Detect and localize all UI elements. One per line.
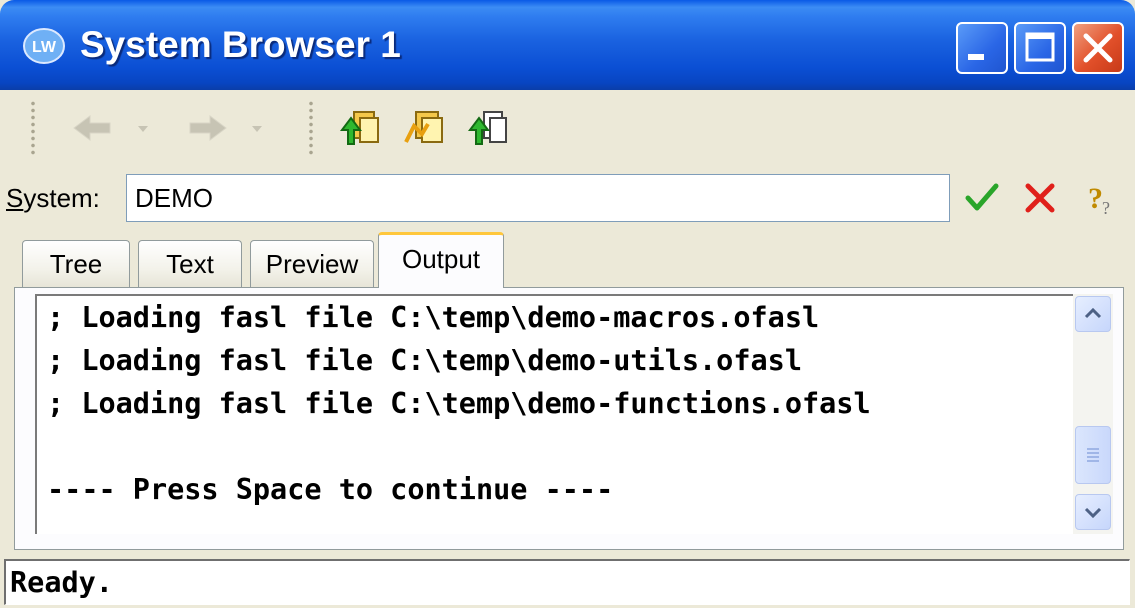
cancel-x-icon[interactable]: [1020, 178, 1060, 218]
status-field: Ready.: [4, 559, 1130, 605]
chevron-down-icon: [1084, 507, 1102, 519]
confirm-check-icon[interactable]: [962, 178, 1002, 218]
minimize-button[interactable]: [956, 22, 1008, 74]
svg-text:?: ?: [1088, 182, 1103, 215]
minimize-icon: [968, 54, 984, 60]
maximize-button[interactable]: [1014, 22, 1066, 74]
grip-lines-icon: [1087, 448, 1099, 462]
close-icon: [1083, 33, 1113, 63]
output-line: ; Loading fasl file C:\temp\demo-functio…: [47, 387, 871, 420]
toolbar: [0, 90, 1135, 167]
output-text-area[interactable]: ; Loading fasl file C:\temp\demo-macros.…: [35, 294, 1095, 534]
system-row: System: DEMO ? ?: [0, 166, 1135, 232]
system-input[interactable]: DEMO: [126, 174, 950, 222]
tab-output[interactable]: Output: [378, 232, 504, 288]
maximize-icon: [1025, 32, 1055, 62]
status-bar: Ready.: [0, 555, 1135, 608]
back-dropdown-icon[interactable]: [134, 104, 152, 152]
load-icon[interactable]: [466, 104, 510, 152]
toolbar-grip-2[interactable]: [308, 100, 314, 156]
scroll-up-button[interactable]: [1075, 296, 1111, 332]
toolbar-grip[interactable]: [30, 100, 36, 156]
output-line: ; Loading fasl file C:\temp\demo-utils.o…: [47, 344, 802, 377]
system-label: System:: [6, 183, 100, 213]
compile-icon[interactable]: [402, 104, 446, 152]
close-button[interactable]: [1072, 22, 1124, 74]
lispworks-app-icon[interactable]: LW: [22, 26, 66, 66]
vertical-scrollbar[interactable]: [1073, 294, 1113, 534]
tab-bar: Tree Text Preview Output: [0, 232, 1135, 288]
output-line: ; Loading fasl file C:\temp\demo-macros.…: [47, 301, 820, 334]
compile-and-load-icon[interactable]: [338, 104, 382, 152]
chevron-up-icon: [1084, 307, 1102, 319]
help-question-icon[interactable]: ? ?: [1082, 178, 1122, 218]
scroll-down-button[interactable]: [1075, 494, 1111, 530]
window-title: System Browser 1: [80, 24, 401, 65]
output-line: ---- Press Space to continue ----: [47, 473, 614, 506]
tab-preview[interactable]: Preview: [250, 240, 374, 288]
forward-arrow-icon[interactable]: [186, 104, 230, 152]
title-bar[interactable]: LW System Browser 1: [0, 0, 1135, 90]
svg-text:?: ?: [1102, 198, 1110, 218]
tab-tree[interactable]: Tree: [22, 240, 130, 288]
status-text: Ready.: [10, 566, 113, 599]
svg-text:LW: LW: [32, 39, 57, 56]
system-browser-window: LW System Browser 1 System: DEMO ? ? Tre…: [0, 0, 1135, 608]
output-panel: ; Loading fasl file C:\temp\demo-macros.…: [14, 287, 1124, 550]
scroll-thumb[interactable]: [1075, 426, 1111, 484]
tab-text[interactable]: Text: [138, 240, 242, 288]
back-arrow-icon[interactable]: [70, 104, 114, 152]
forward-dropdown-icon[interactable]: [248, 104, 266, 152]
